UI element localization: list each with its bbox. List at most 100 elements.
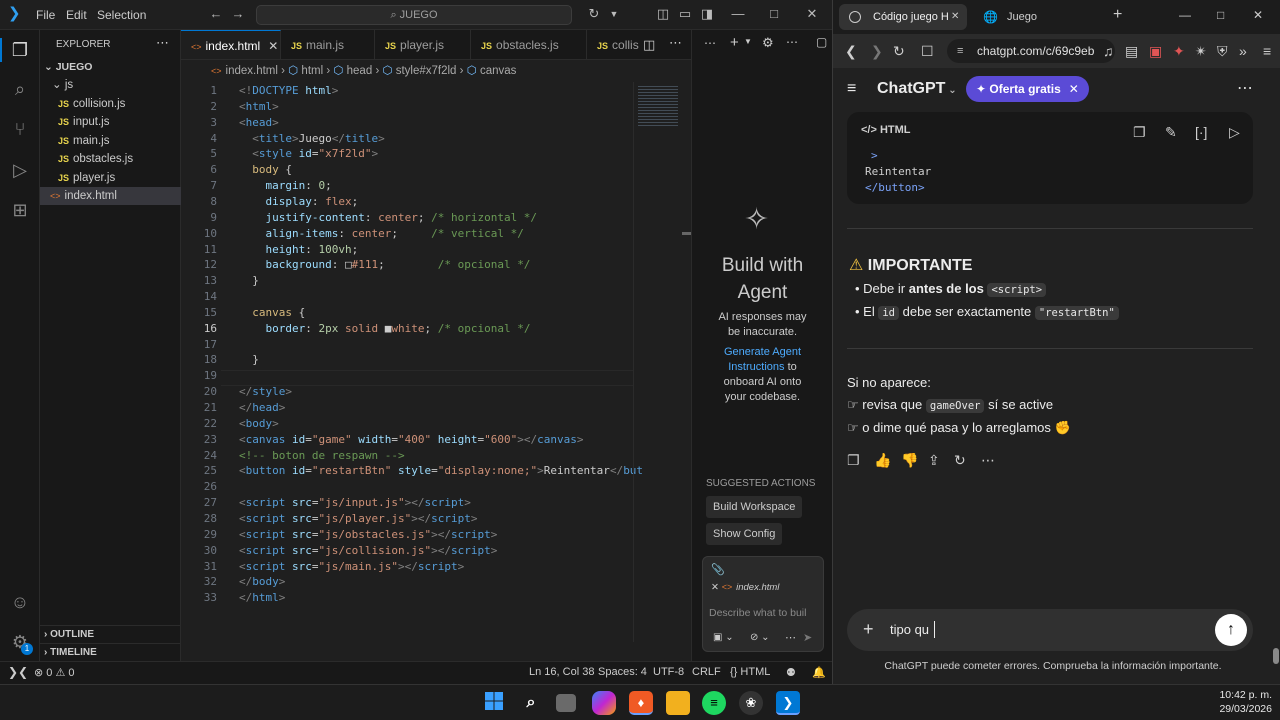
code-line[interactable]: display: flex; — [239, 194, 359, 210]
edit-icon[interactable]: ✎ — [1165, 124, 1177, 140]
code-line[interactable]: } — [239, 352, 259, 368]
attachment-chip[interactable]: ✕ <> index.html — [711, 582, 779, 593]
breadcrumb-item[interactable]: style#x7f2ld — [396, 65, 457, 77]
explorer-file-collision[interactable]: JS collision.js — [40, 95, 181, 113]
tab-codigo-juego[interactable]: Código juego H ✕ — [839, 4, 967, 30]
mode-picker-icon[interactable]: ▣ ⌄ — [713, 632, 734, 643]
code-line[interactable]: </style> — [239, 384, 292, 400]
composer-input[interactable]: tipo qu — [890, 622, 929, 637]
breadcrumb-item[interactable]: html — [301, 65, 323, 77]
language-mode[interactable]: {} HTML — [730, 666, 770, 678]
brave-browser-icon[interactable]: ♦ — [629, 691, 653, 715]
close-tab-icon[interactable]: ✕ — [268, 39, 278, 53]
chatgpt-app-icon[interactable]: ❀ — [739, 691, 763, 715]
forward-arrow-icon[interactable]: → — [230, 6, 246, 22]
vpn-shield-icon[interactable]: ⛨ — [1217, 43, 1228, 59]
run-debug-icon[interactable]: ▷ — [8, 158, 32, 182]
code-line[interactable]: </html> — [239, 590, 285, 606]
close-icon[interactable]: ✕ — [1069, 82, 1079, 96]
code-line[interactable]: <script src="js/player.js"></script> — [239, 511, 477, 527]
indentation[interactable]: Spaces: 4 — [598, 666, 647, 678]
code-line[interactable]: border: 2px solid ■white; /* opcional */ — [239, 321, 531, 337]
more-actions-icon[interactable]: ⋯ — [156, 35, 169, 51]
media-icon[interactable]: ♫ — [1103, 43, 1114, 59]
maximize-panel-icon[interactable]: ▢ — [816, 35, 827, 49]
maximize-icon[interactable]: □ — [766, 6, 782, 22]
task-view-icon[interactable] — [556, 694, 576, 712]
explorer-file-obstacles[interactable]: JS obstacles.js — [40, 150, 181, 168]
code-line[interactable]: <script src="js/main.js"></script> — [239, 559, 464, 575]
split-editor-icon[interactable]: ◫ — [643, 37, 655, 53]
code-run-icon[interactable]: [·] — [1195, 124, 1207, 140]
search-icon[interactable]: ⌕ — [8, 77, 32, 101]
forward-icon[interactable]: ❯ — [871, 43, 883, 59]
file-explorer-icon[interactable] — [666, 691, 690, 715]
menu-edit[interactable]: Edit — [66, 8, 87, 22]
breadcrumb-item[interactable]: index.html — [226, 65, 278, 77]
show-config-button[interactable]: Show Config — [706, 523, 783, 545]
cursor-position[interactable]: Ln 16, Col 38 — [529, 666, 594, 678]
code-line[interactable]: <style id="x7f2ld"> — [239, 146, 378, 162]
code-line[interactable]: <script src="js/obstacles.js"></script> — [239, 527, 497, 543]
code-line[interactable]: margin: 0; — [239, 178, 332, 194]
more-actions-icon[interactable]: ⋯ — [785, 631, 796, 644]
menu-selection[interactable]: Selection — [97, 8, 146, 22]
breadcrumb-item[interactable]: canvas — [480, 65, 516, 77]
copy-icon[interactable]: ❐ — [847, 452, 860, 468]
code-line[interactable]: <script src="js/input.js"></script> — [239, 495, 471, 511]
tab-player-js[interactable]: JS player.js — [375, 30, 471, 59]
build-workspace-button[interactable]: Build Workspace — [706, 496, 803, 518]
close-icon[interactable]: ✕ — [804, 6, 820, 22]
composer[interactable]: + tipo qu ↑ — [847, 609, 1253, 651]
send-button[interactable]: ↑ — [1215, 614, 1247, 646]
copilot-app-icon[interactable] — [592, 691, 616, 715]
toggle-sidebar-icon[interactable]: ◫ — [655, 6, 671, 22]
new-tab-icon[interactable]: + — [1113, 6, 1122, 24]
back-arrow-icon[interactable]: ← — [208, 6, 224, 22]
start-button[interactable] — [482, 691, 506, 715]
sidebar-toggle-icon[interactable]: ≡ — [847, 80, 856, 98]
explorer-file-input[interactable]: JS input.js — [40, 113, 181, 131]
tab-collision-js[interactable]: JS collis — [587, 30, 647, 59]
spotify-icon[interactable]: ≡ — [702, 691, 726, 715]
system-clock[interactable]: 10:42 p. m. 29/03/2026 — [1210, 688, 1272, 716]
code-line[interactable]: </body> — [239, 574, 285, 590]
toggle-panel-icon[interactable]: ▭ — [677, 6, 693, 22]
code-line[interactable]: <html> — [239, 99, 279, 115]
reader-icon[interactable]: ▤ — [1125, 43, 1138, 59]
more-actions-icon[interactable]: ⋯ — [704, 36, 716, 50]
more-options-icon[interactable]: ⋯ — [1237, 78, 1253, 98]
menu-file[interactable]: File — [36, 8, 55, 22]
chevron-down-icon[interactable]: ▼ — [744, 37, 752, 46]
command-search[interactable]: ⌕ JUEGO — [256, 5, 572, 25]
tab-obstacles-js[interactable]: JS obstacles.js — [471, 30, 587, 59]
minimize-icon[interactable]: — — [730, 6, 746, 22]
close-tab-icon[interactable]: ✕ — [951, 4, 959, 30]
code-line[interactable]: justify-content: center; /* horizontal *… — [239, 210, 538, 226]
explorer-file-player[interactable]: JS player.js — [40, 169, 181, 187]
source-control-icon[interactable]: ⑂ — [8, 117, 32, 141]
model-selector[interactable]: ChatGPT ⌄ — [877, 80, 957, 98]
send-icon[interactable]: ➤ — [803, 631, 812, 644]
play-icon[interactable]: ▷ — [1229, 124, 1240, 140]
code-line[interactable]: <title>Juego</title> — [239, 131, 385, 147]
code-line[interactable]: align-items: center; /* vertical */ — [239, 226, 524, 242]
code-line[interactable]: </head> — [239, 400, 285, 416]
code-line[interactable]: <button id="restartBtn" style="display:n… — [239, 463, 643, 479]
close-icon[interactable]: ✕ — [711, 582, 722, 593]
more-actions-icon[interactable]: ⋯ — [669, 35, 682, 51]
explorer-file-index[interactable]: <> index.html — [40, 187, 181, 205]
account-icon[interactable]: ☺ — [8, 590, 32, 614]
code-line[interactable]: <head> — [239, 115, 279, 131]
toggle-secondary-sidebar-icon[interactable]: ◨ — [699, 6, 715, 22]
encoding[interactable]: UTF-8 — [653, 666, 684, 678]
maximize-icon[interactable]: □ — [1217, 8, 1224, 22]
bookmark-icon[interactable]: ☐ — [921, 43, 934, 59]
extensions-icon[interactable]: ⊞ — [8, 198, 32, 222]
code-line[interactable]: <body> — [239, 416, 279, 432]
outline-section[interactable]: › OUTLINE — [40, 625, 181, 643]
add-attachment-icon[interactable]: + — [863, 619, 874, 639]
gear-icon[interactable]: ⚙ — [762, 35, 774, 51]
notifications-bell-icon[interactable]: 🔔 — [812, 666, 826, 679]
site-info-icon[interactable]: ≡ — [957, 39, 963, 63]
